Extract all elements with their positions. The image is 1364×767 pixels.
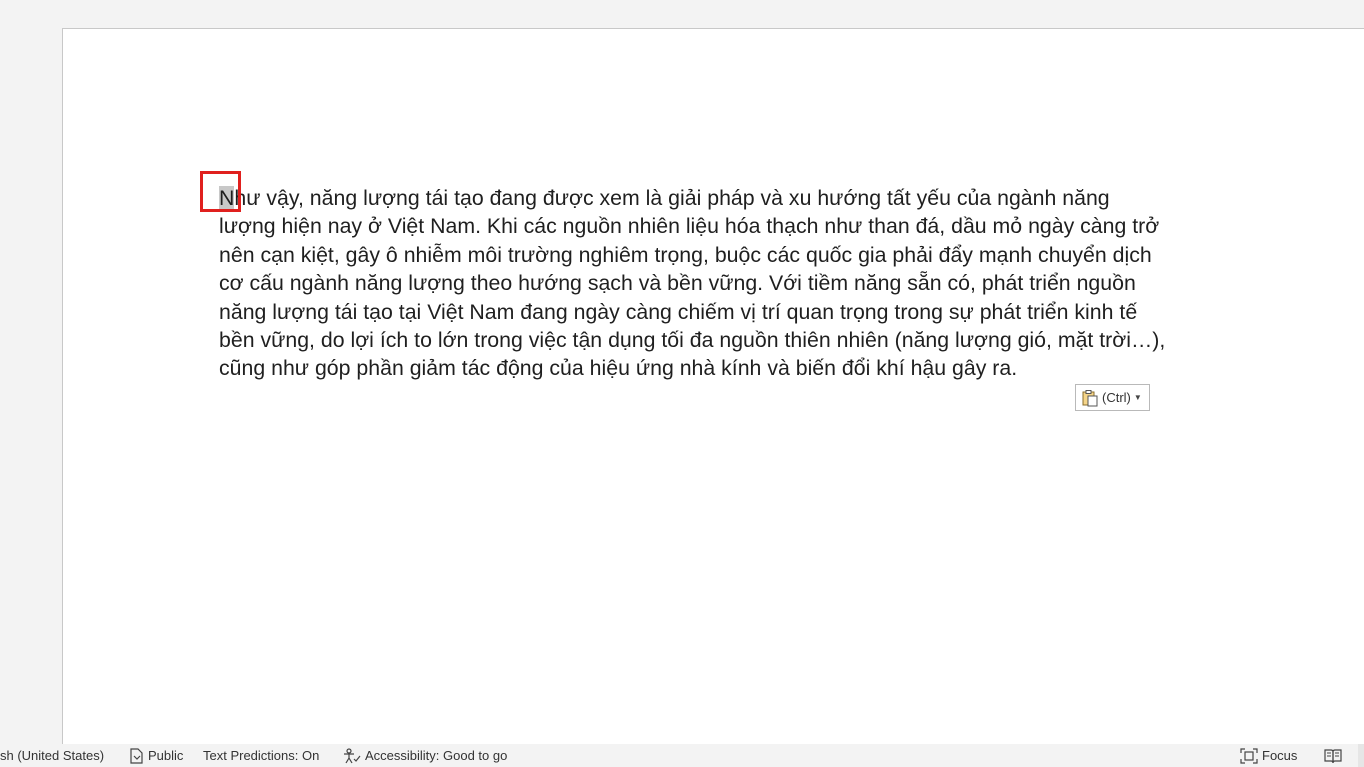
language-label: sh (United States) — [0, 748, 105, 763]
scrollbar-edge[interactable] — [1358, 744, 1364, 767]
language-status[interactable]: sh (United States) — [0, 744, 104, 767]
accessibility-status[interactable]: Accessibility: Good to go — [343, 744, 507, 767]
status-bar: sh (United States) Public Text Predictio… — [0, 744, 1364, 767]
read-mode-icon — [1324, 748, 1342, 763]
text-predictions-status[interactable]: Text Predictions: On — [203, 744, 319, 767]
clipboard-icon — [1082, 389, 1098, 406]
selected-text[interactable]: N — [219, 186, 235, 210]
focus-button[interactable]: Focus — [1240, 744, 1297, 767]
document-page[interactable]: Như vậy, năng lượng tái tạo đang được xe… — [62, 28, 1364, 744]
sensitivity-icon — [130, 747, 143, 764]
paste-options-label: (Ctrl) — [1102, 390, 1131, 405]
sensitivity-status[interactable]: Public — [129, 744, 183, 767]
focus-label: Focus — [1262, 748, 1298, 763]
paragraph-text[interactable]: hư vậy, năng lượng tái tạo đang được xem… — [219, 186, 1165, 380]
text-predictions-label: Text Predictions: On — [203, 748, 320, 763]
document-paragraph[interactable]: Như vậy, năng lượng tái tạo đang được xe… — [219, 184, 1259, 383]
sensitivity-label: Public — [148, 748, 184, 763]
accessibility-label: Accessibility: Good to go — [365, 748, 508, 763]
read-mode-button[interactable] — [1324, 744, 1346, 767]
accessibility-icon — [344, 747, 361, 763]
chevron-down-icon: ▼ — [1133, 393, 1142, 402]
document-workspace: Như vậy, năng lượng tái tạo đang được xe… — [0, 0, 1364, 744]
focus-icon — [1240, 747, 1258, 764]
paste-options-button[interactable]: (Ctrl) ▼ — [1075, 384, 1150, 411]
